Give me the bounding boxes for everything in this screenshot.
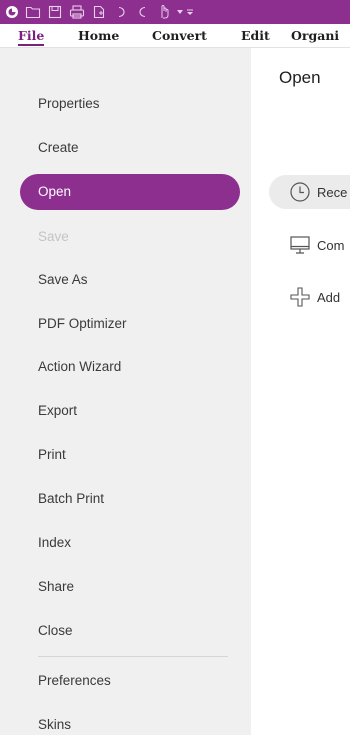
sidebar-item-preferences[interactable]: Preferences <box>38 666 111 696</box>
print-icon[interactable] <box>66 0 88 24</box>
sidebar-item-export[interactable]: Export <box>38 396 77 426</box>
undo-icon[interactable] <box>110 0 132 24</box>
sidebar-item-close[interactable]: Close <box>38 616 73 646</box>
sidebar-item-pdf-optimizer[interactable]: PDF Optimizer <box>38 309 127 339</box>
hand-tool-icon[interactable] <box>154 0 176 24</box>
sidebar-item-print[interactable]: Print <box>38 440 66 470</box>
computer-icon <box>287 232 313 258</box>
tab-convert[interactable]: Convert <box>152 24 207 48</box>
sidebar-item-action-wizard[interactable]: Action Wizard <box>38 352 121 382</box>
new-document-icon[interactable] <box>88 0 110 24</box>
sidebar-item-save: Save <box>38 229 69 244</box>
clock-icon <box>287 179 313 205</box>
redo-icon[interactable] <box>132 0 154 24</box>
sidebar-item-save-as[interactable]: Save As <box>38 265 88 295</box>
sidebar-divider <box>38 656 228 657</box>
sidebar-item-skins[interactable]: Skins <box>38 710 71 740</box>
open-option-label: Com <box>317 237 345 253</box>
dropdown-caret-icon[interactable] <box>176 0 184 24</box>
app-logo-icon[interactable] <box>2 0 22 24</box>
open-option-computer[interactable]: Com <box>269 228 350 262</box>
sidebar-item-open[interactable]: Open <box>20 174 240 210</box>
open-option-label: Rece <box>317 184 348 200</box>
save-icon[interactable] <box>44 0 66 24</box>
sidebar-item-create[interactable]: Create <box>38 133 79 163</box>
menu-bar: File Home Convert Edit Organi <box>0 24 350 48</box>
customize-toolbar-icon[interactable] <box>184 0 196 24</box>
tab-edit[interactable]: Edit <box>241 24 270 48</box>
open-option-recent[interactable]: Rece <box>269 175 350 209</box>
sidebar-item-index[interactable]: Index <box>38 528 71 558</box>
title-bar <box>0 0 350 24</box>
sidebar-item-batch-print[interactable]: Batch Print <box>38 484 104 514</box>
add-place-icon <box>287 284 313 310</box>
sidebar-item-properties[interactable]: Properties <box>38 89 100 119</box>
open-option-add-place[interactable]: Add <box>269 280 350 314</box>
file-sidebar: Properties Create Open Save Save As PDF … <box>0 48 251 735</box>
tab-home[interactable]: Home <box>78 24 119 48</box>
sidebar-item-share[interactable]: Share <box>38 572 74 602</box>
tab-file[interactable]: File <box>18 24 45 48</box>
tab-organize[interactable]: Organi <box>291 24 339 48</box>
open-option-label: Add <box>317 289 341 305</box>
open-panel: Open Rece Com Add <box>251 48 350 735</box>
open-folder-icon[interactable] <box>22 0 44 24</box>
quick-access-toolbar <box>0 0 196 24</box>
page-title: Open <box>279 68 321 87</box>
